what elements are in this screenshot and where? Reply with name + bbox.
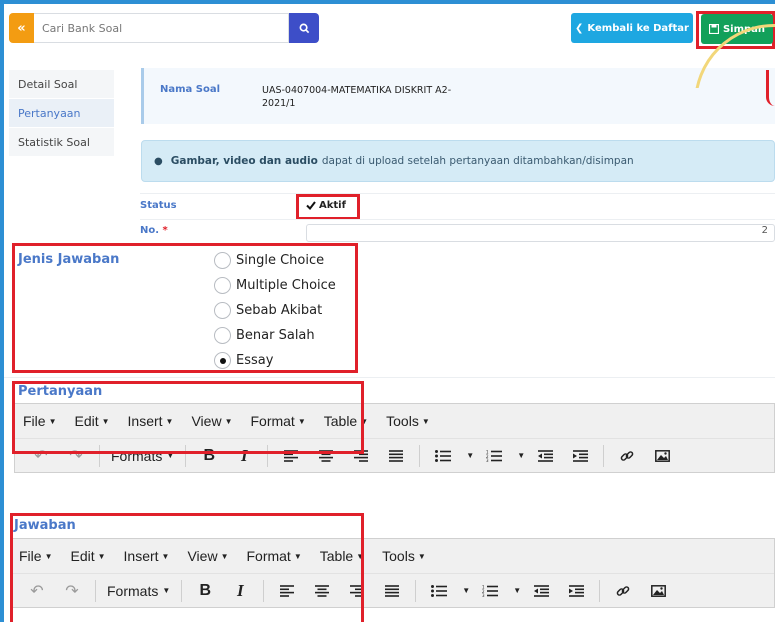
outdent-icon[interactable] — [529, 579, 553, 603]
numbered-list-icon[interactable]: 123 — [482, 444, 506, 468]
radio-circle — [214, 277, 231, 294]
radio-multiple-choice[interactable]: Multiple Choice — [214, 277, 336, 294]
tab-statistik-soal[interactable]: Statistik Soal — [9, 128, 114, 157]
menu-tools[interactable]: Tools ▼ — [382, 548, 426, 564]
jenis-jawaban-label: Jenis Jawaban — [18, 252, 120, 267]
radio-benar-salah[interactable]: Benar Salah — [214, 327, 315, 344]
bullet-list-icon[interactable] — [427, 579, 451, 603]
no-input[interactable]: 2 — [306, 224, 775, 242]
caret-down-icon[interactable]: ▼ — [513, 579, 521, 603]
toolbar-separator — [415, 579, 417, 602]
zoomed-form-section: Jenis Jawaban Single Choice Multiple Cho… — [4, 242, 775, 622]
status-label: Status — [140, 200, 177, 211]
alert-text: dapat di upload setelah pertanyaan ditam… — [321, 155, 634, 167]
radio-essay[interactable]: Essay — [214, 352, 273, 369]
radio-circle — [214, 252, 231, 269]
nama-soal-value: UAS-0407004-MATEMATIKA DISKRIT A2-2021/1 — [262, 85, 452, 109]
info-alert: ● Gambar, video dan audio dapat di uploa… — [141, 140, 775, 182]
svg-text:3: 3 — [482, 593, 485, 597]
bullet-icon: ● — [154, 155, 163, 167]
toolbar-separator — [599, 579, 601, 602]
radio-circle — [214, 327, 231, 344]
svg-text:3: 3 — [486, 458, 489, 462]
back-button-label: Kembali ke Daftar — [587, 22, 689, 34]
radio-label: Sebab Akibat — [236, 303, 323, 318]
sidebar-toggle-button[interactable]: « — [9, 13, 34, 43]
outdent-icon[interactable] — [533, 444, 557, 468]
caret-down-icon: ▼ — [417, 551, 426, 561]
toolbar-separator — [603, 444, 605, 467]
aktif-checkbox[interactable]: Aktif — [306, 200, 346, 211]
radio-label: Single Choice — [236, 253, 325, 268]
toolbar-separator — [419, 444, 421, 467]
highlight-box-jawaban — [10, 513, 364, 622]
image-icon[interactable] — [650, 444, 674, 468]
page: « ❮ Kembali ke Daftar Simpan Detail Soal… — [4, 4, 775, 622]
menu-label: Tools — [382, 548, 415, 564]
back-to-list-button[interactable]: ❮ Kembali ke Daftar — [571, 13, 693, 43]
divider — [140, 193, 775, 194]
numbered-list-icon[interactable]: 123 — [478, 579, 502, 603]
radio-circle — [214, 302, 231, 319]
no-label: No. * — [140, 225, 168, 236]
side-tabs: Detail Soal Pertanyaan Statistik Soal — [9, 70, 114, 157]
highlight-box-pertanyaan — [12, 381, 364, 454]
radio-label: Multiple Choice — [236, 278, 336, 293]
align-justify-icon[interactable] — [384, 444, 408, 468]
save-icon — [708, 24, 719, 34]
tab-detail-soal[interactable]: Detail Soal — [9, 70, 114, 99]
search-input[interactable] — [34, 13, 289, 43]
radio-circle-selected — [214, 352, 231, 369]
indent-icon[interactable] — [564, 579, 588, 603]
aktif-label: Aktif — [319, 200, 346, 211]
alert-bold-text: Gambar, video dan audio — [170, 155, 318, 167]
image-icon[interactable] — [646, 579, 670, 603]
tab-pertanyaan[interactable]: Pertanyaan — [9, 99, 114, 128]
radio-single-choice[interactable]: Single Choice — [214, 252, 324, 269]
radio-label: Benar Salah — [236, 328, 315, 343]
link-icon[interactable] — [615, 444, 639, 468]
search-button[interactable] — [289, 13, 319, 43]
search-icon — [299, 23, 309, 33]
radio-label: Essay — [236, 353, 274, 368]
align-justify-icon[interactable] — [380, 579, 404, 603]
caret-down-icon[interactable]: ▼ — [466, 444, 474, 468]
caret-down-icon: ▼ — [421, 416, 430, 426]
menu-tools[interactable]: Tools ▼ — [386, 413, 430, 429]
chevron-left-icon: ❮ — [575, 22, 584, 34]
required-mark: * — [162, 225, 168, 236]
link-icon[interactable] — [611, 579, 635, 603]
indent-icon[interactable] — [568, 444, 592, 468]
divider — [4, 377, 775, 378]
search-bar: « — [9, 13, 319, 43]
nama-soal-label: Nama Soal — [160, 84, 221, 95]
no-label-text: No. — [140, 225, 160, 236]
menu-label: Tools — [386, 413, 419, 429]
caret-down-icon[interactable]: ▼ — [517, 444, 525, 468]
checkmark-icon — [306, 201, 316, 210]
divider — [140, 219, 775, 220]
highlight-box-fragment — [766, 70, 775, 106]
radio-sebab-akibat[interactable]: Sebab Akibat — [214, 302, 322, 319]
nama-soal-card: Nama Soal UAS-0407004-MATEMATIKA DISKRIT… — [141, 68, 775, 124]
caret-down-icon[interactable]: ▼ — [462, 579, 470, 603]
bullet-list-icon[interactable] — [431, 444, 455, 468]
